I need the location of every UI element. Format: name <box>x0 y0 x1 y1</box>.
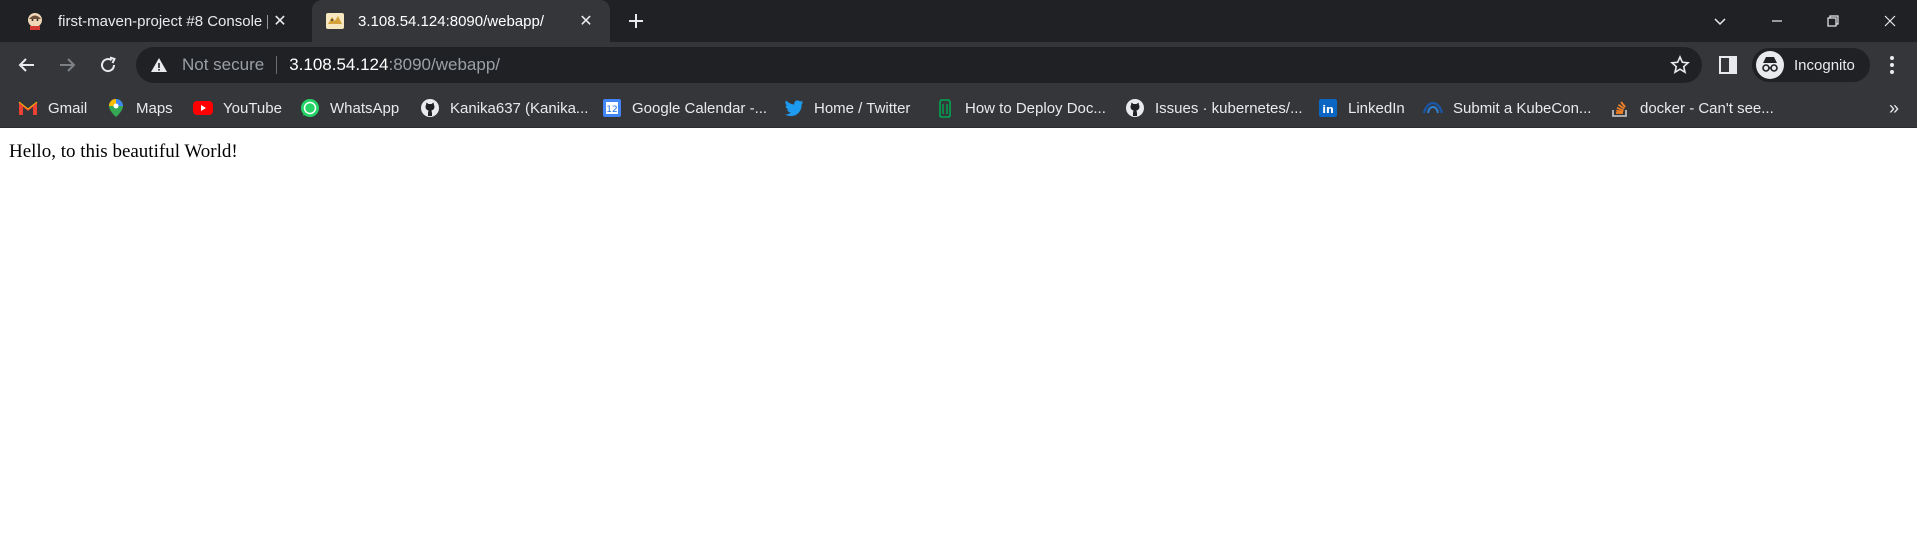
arrow-right-icon <box>60 58 76 72</box>
jenkins-icon <box>28 13 42 30</box>
browser-menu-button[interactable] <box>1880 53 1904 77</box>
page-message: Hello, to this beautiful World! <box>9 141 238 162</box>
minimize-button[interactable] <box>1751 0 1803 42</box>
divider <box>276 56 278 74</box>
restore-icon <box>1827 15 1839 27</box>
bookmarks-overflow-button[interactable]: » <box>1882 96 1906 120</box>
bookmark-label: Issues · kubernetes/... <box>1155 99 1303 117</box>
menu-dot <box>1890 63 1894 67</box>
url-host: 3.108.54.124 <box>289 55 389 74</box>
reload-button[interactable] <box>92 49 124 81</box>
bookmark-maps[interactable]: Maps <box>106 96 173 120</box>
bookmark-label: WhatsApp <box>330 99 400 117</box>
bookmark-linkedin[interactable]: in LinkedIn <box>1318 96 1405 120</box>
tomcat-icon <box>326 13 344 29</box>
bookmark-stackoverflow[interactable]: docker - Can't see... <box>1610 96 1774 120</box>
side-panel-icon[interactable] <box>1716 53 1740 77</box>
tab-webapp[interactable]: 3.108.54.124:8090/webapp/ ✕ <box>312 0 610 42</box>
kubecon-icon <box>1423 98 1443 118</box>
profile-label: Incognito <box>1794 56 1855 74</box>
bookmark-github-kanika[interactable]: Kanika637 (Kanika... <box>420 96 588 120</box>
bookmark-whatsapp[interactable]: WhatsApp <box>300 96 399 120</box>
minimize-icon <box>1772 20 1782 22</box>
bookmark-twitter[interactable]: Home / Twitter <box>784 96 910 120</box>
maps-icon <box>106 98 126 118</box>
tab-search-button[interactable] <box>1694 0 1746 42</box>
bookmark-kubecon[interactable]: Submit a KubeCon... <box>1423 96 1591 120</box>
bookmark-google-calendar[interactable]: 12 Google Calendar -... <box>602 96 767 120</box>
tab-title: first-maven-project #8 Console [J <box>58 12 268 30</box>
bookmark-label: Gmail <box>48 99 88 117</box>
close-tab-icon[interactable]: ✕ <box>574 9 598 33</box>
back-button[interactable] <box>11 49 43 81</box>
bookmark-deploy-docker[interactable]: How to Deploy Doc... <box>935 96 1106 120</box>
tab-jenkins-console[interactable]: first-maven-project #8 Console [J ✕ <box>12 0 304 42</box>
bookmark-star-icon[interactable] <box>1670 55 1690 75</box>
arrow-left-icon <box>18 58 34 72</box>
close-window-button[interactable] <box>1864 0 1916 42</box>
bookmark-label: Google Calendar -... <box>632 99 768 117</box>
twitter-icon <box>784 98 804 118</box>
new-tab-button[interactable] <box>622 7 650 35</box>
page-content: Hello, to this beautiful World! <box>0 129 1917 554</box>
incognito-profile-button[interactable]: Incognito <box>1752 48 1870 82</box>
close-icon <box>1884 15 1896 27</box>
url-path: :8090/webapp/ <box>388 55 501 74</box>
whatsapp-icon <box>300 98 320 118</box>
bookmark-label: How to Deploy Doc... <box>965 99 1106 117</box>
svg-text:in: in <box>1322 103 1334 116</box>
address-bar[interactable]: Not secure 3.108.54.124 :8090/webapp/ <box>136 47 1702 83</box>
close-tab-icon[interactable]: ✕ <box>268 9 292 33</box>
incognito-icon <box>1756 51 1784 79</box>
browser-toolbar: Not secure 3.108.54.124 :8090/webapp/ In… <box>0 42 1917 88</box>
bookmark-label: Home / Twitter <box>814 99 911 117</box>
reload-icon <box>101 56 116 73</box>
bookmark-label: Submit a KubeCon... <box>1453 99 1592 117</box>
bookmark-label: YouTube <box>223 99 282 117</box>
bookmark-label: LinkedIn <box>1348 99 1405 117</box>
forward-button[interactable] <box>51 49 83 81</box>
menu-dot <box>1890 70 1894 74</box>
bookmark-gmail[interactable]: Gmail <box>18 96 87 120</box>
svg-text:12: 12 <box>606 105 617 115</box>
restore-button[interactable] <box>1807 0 1859 42</box>
tab-strip: first-maven-project #8 Console [J ✕ 3.10… <box>0 0 1917 42</box>
stackoverflow-icon <box>1610 98 1630 118</box>
double-chevron-right-icon: » <box>1888 97 1899 118</box>
gmail-icon <box>18 98 38 118</box>
bookmark-label: docker - Can't see... <box>1640 99 1774 117</box>
bookmark-github-issues[interactable]: Issues · kubernetes/... <box>1125 96 1303 120</box>
github-icon <box>420 98 440 118</box>
chevron-down-icon <box>1714 18 1726 26</box>
linkedin-icon: in <box>1318 98 1338 118</box>
youtube-icon <box>193 98 213 118</box>
tab-title: 3.108.54.124:8090/webapp/ <box>358 12 544 30</box>
bookmark-youtube[interactable]: YouTube <box>193 96 282 120</box>
plus-icon <box>629 14 643 28</box>
bookmarks-bar: Gmail Maps YouTube WhatsApp Kanika637 (K… <box>0 88 1917 128</box>
menu-dot <box>1890 56 1894 60</box>
bookmark-label: Kanika637 (Kanika... <box>450 99 589 117</box>
calendar-icon: 12 <box>602 98 622 118</box>
docs-icon <box>935 98 955 118</box>
github-icon <box>1125 98 1145 118</box>
security-status[interactable]: Not secure <box>182 55 264 75</box>
warning-icon[interactable] <box>150 56 168 74</box>
bookmark-label: Maps <box>136 99 173 117</box>
